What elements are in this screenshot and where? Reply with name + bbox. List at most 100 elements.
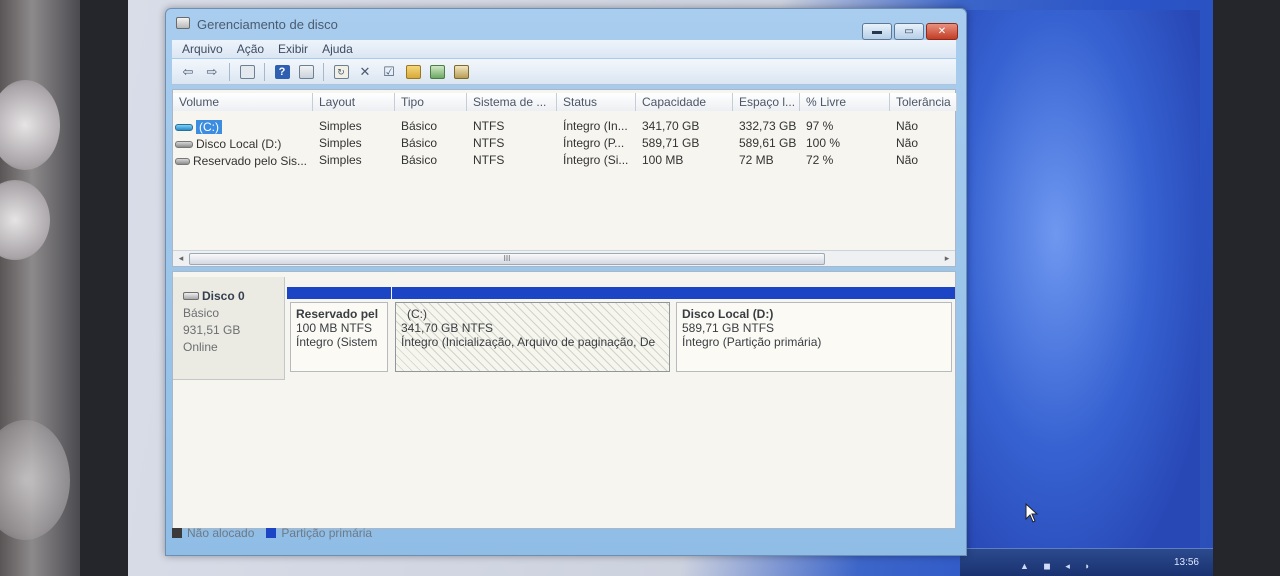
partition-color-bar [287, 287, 391, 299]
close-button[interactable]: ✕ [926, 23, 958, 40]
column-espaco-livre[interactable]: Espaço l... [733, 93, 800, 111]
window-controls: ▬ ▭ ✕ [862, 23, 958, 40]
tray-icons[interactable]: ▲ ◼ ◂ ◗ [1020, 561, 1096, 572]
capacity-cell: 589,71 GB [642, 136, 700, 150]
help-icon[interactable]: ? [272, 62, 292, 82]
disk-type: Básico [183, 306, 220, 320]
menu-acao[interactable]: Ação [237, 42, 264, 56]
free-space-cell: 332,73 GB [739, 119, 797, 133]
tolerance-cell: Não [896, 136, 919, 150]
toolbar-separator [264, 62, 265, 81]
disk-map-pane: Disco 0 Básico 931,51 GB Online Reservad… [172, 271, 956, 529]
menu-ajuda[interactable]: Ajuda [322, 42, 353, 56]
forward-arrow-icon[interactable]: ⇨ [202, 62, 222, 82]
volume-name: Reservado pelo Sis... [192, 154, 307, 168]
back-arrow-icon[interactable]: ⇦ [178, 62, 198, 82]
column-sistema[interactable]: Sistema de ... [467, 93, 557, 111]
disk-name: Disco 0 [202, 289, 245, 303]
volume-cell: Disco Local (D:) [173, 135, 313, 152]
open-folder-icon[interactable] [403, 62, 423, 82]
settings-icon[interactable]: ☑ [379, 62, 399, 82]
partition-body: (C:) 341,70 GB NTFS Íntegro (Inicializaç… [395, 302, 670, 372]
legend-primary: Partição primária [266, 526, 372, 540]
window-title: Gerenciamento de disco [197, 17, 338, 32]
horizontal-scrollbar[interactable]: ◂ III ▸ [173, 250, 955, 266]
drive-icon [175, 157, 190, 165]
taskbar: ▲ ◼ ◂ ◗ 13:56 [960, 548, 1213, 576]
minimize-button[interactable]: ▬ [862, 23, 892, 40]
delete-icon[interactable]: ✕ [355, 62, 375, 82]
status-cell: Íntegro (In... [563, 119, 628, 133]
layout-cell: Simples [319, 119, 362, 133]
partition-size: 100 MB NTFS [296, 321, 373, 335]
menu-exibir[interactable]: Exibir [278, 42, 308, 56]
scrollbar-thumb[interactable]: III [189, 253, 825, 265]
hard-disk-icon [183, 292, 199, 300]
photo-background [0, 0, 80, 576]
disk-name-row: Disco 0 [183, 289, 284, 303]
legend-unallocated: Não alocado [172, 526, 254, 540]
volume-row-c[interactable]: (C:) Simples Básico NTFS Íntegro (In... … [173, 118, 955, 135]
status-cell: Íntegro (Si... [563, 153, 629, 167]
column-pct-livre[interactable]: % Livre [800, 93, 890, 111]
menu-bar: Arquivo Ação Exibir Ajuda [172, 40, 956, 58]
toolbar: ⇦ ⇨ ? ↻ ✕ ☑ [172, 59, 956, 85]
free-space-cell: 72 MB [739, 153, 774, 167]
partition-body: Disco Local (D:) 589,71 GB NTFS Íntegro … [676, 302, 952, 372]
tipo-cell: Básico [401, 136, 438, 150]
properties-icon[interactable] [296, 62, 316, 82]
volume-row-reserved[interactable]: Reservado pelo Sis... Simples Básico NTF… [173, 152, 955, 169]
tipo-cell: Básico [401, 153, 438, 167]
refresh-icon[interactable]: ↻ [331, 62, 351, 82]
partition-status: Íntegro (Inicialização, Arquivo de pagin… [401, 335, 656, 349]
menu-arquivo[interactable]: Arquivo [182, 42, 223, 56]
toolbar-separator [323, 62, 324, 81]
column-tipo[interactable]: Tipo [395, 93, 467, 111]
partition-color-bar [673, 287, 955, 299]
maximize-button[interactable]: ▭ [894, 23, 924, 40]
desktop-wallpaper [960, 10, 1200, 570]
taskbar-clock[interactable]: 13:56 [1174, 557, 1199, 568]
capacity-cell: 341,70 GB [642, 119, 700, 133]
partition-body: Reservado pel 100 MB NTFS Íntegro (Siste… [290, 302, 388, 372]
partition-c[interactable]: (C:) 341,70 GB NTFS Íntegro (Inicializaç… [392, 287, 673, 375]
disk-0-label[interactable]: Disco 0 Básico 931,51 GB Online [173, 277, 285, 380]
status-cell: Íntegro (P... [563, 136, 625, 150]
primary-swatch [266, 528, 277, 538]
pct-free-cell: 100 % [806, 136, 841, 150]
disk-management-window: Gerenciamento de disco ▬ ▭ ✕ Arquivo Açã… [165, 8, 967, 556]
pct-free-cell: 97 % [806, 119, 834, 133]
mouse-cursor-icon [1025, 503, 1039, 523]
filesystem-cell: NTFS [473, 119, 505, 133]
column-capacidade[interactable]: Capacidade [636, 93, 733, 111]
scroll-left-icon[interactable]: ◂ [175, 253, 187, 265]
partition-size: 341,70 GB NTFS [401, 321, 494, 335]
free-space-cell: 589,61 GB [739, 136, 797, 150]
partition-status: Íntegro (Partição primária) [682, 335, 822, 349]
disk-size: 931,51 GB [183, 323, 241, 337]
partition-color-bar [392, 287, 673, 299]
pct-free-cell: 72 % [806, 153, 834, 167]
volume-list: Volume Layout Tipo Sistema de ... Status… [172, 89, 957, 267]
column-layout[interactable]: Layout [313, 93, 395, 111]
console-tree-icon[interactable] [237, 62, 257, 82]
capacity-cell: 100 MB [642, 153, 684, 167]
title-bar[interactable]: Gerenciamento de disco ▬ ▭ ✕ [166, 9, 966, 40]
scroll-right-icon[interactable]: ▸ [941, 253, 953, 265]
disk-state: Online [183, 340, 218, 354]
volume-name: Disco Local (D:) [196, 137, 282, 151]
format-icon[interactable] [451, 62, 471, 82]
partition-reserved[interactable]: Reservado pel 100 MB NTFS Íntegro (Siste… [287, 287, 391, 375]
tipo-cell: Básico [401, 119, 438, 133]
column-status[interactable]: Status [557, 93, 636, 111]
partition-d[interactable]: Disco Local (D:) 589,71 GB NTFS Íntegro … [673, 287, 955, 375]
layout-cell: Simples [319, 136, 362, 150]
search-disk-icon[interactable] [427, 62, 447, 82]
column-tolerancia[interactable]: Tolerância [890, 93, 957, 111]
column-volume[interactable]: Volume [173, 93, 313, 111]
volume-row-d[interactable]: Disco Local (D:) Simples Básico NTFS Ínt… [173, 135, 955, 152]
volume-list-header: Volume Layout Tipo Sistema de ... Status… [173, 93, 957, 111]
unallocated-swatch [172, 528, 182, 538]
partition-size: 589,71 GB NTFS [682, 321, 775, 335]
legend: Não alocado Partição primária [172, 525, 378, 541]
